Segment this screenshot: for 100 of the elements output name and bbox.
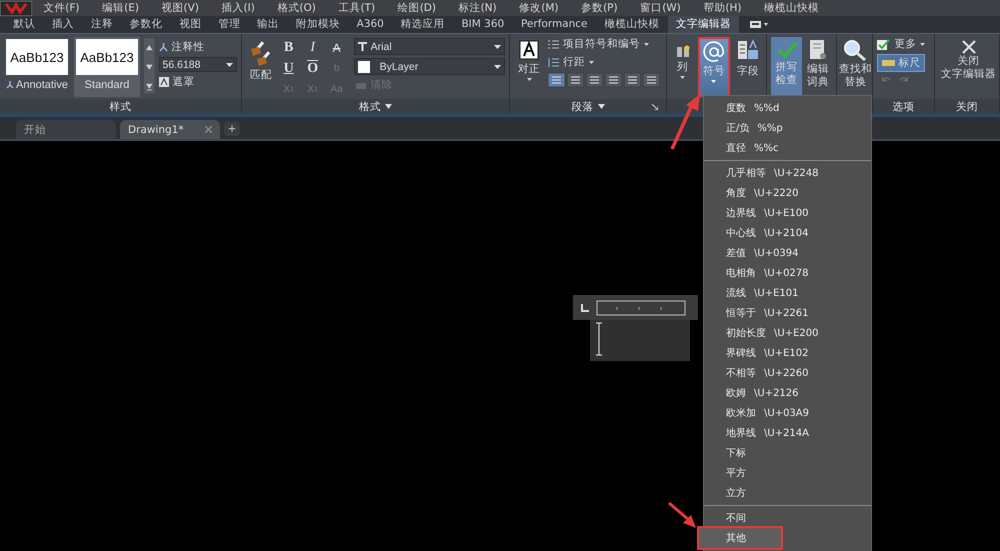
menu-item[interactable]: 下标 (704, 443, 871, 463)
app-logo-icon[interactable] (0, 0, 32, 16)
ribbon-tab[interactable]: 文字编辑器 (668, 16, 740, 33)
ribbon-tab[interactable]: 插入 (44, 16, 83, 33)
menu-item[interactable]: 帮助(H) (692, 0, 753, 16)
ribbon-tab[interactable]: 精选应用 (392, 16, 454, 33)
menu-item[interactable]: 欧姆 \U+2126 (704, 383, 871, 403)
ribbon-options-icon[interactable] (749, 20, 770, 29)
annotative-toggle[interactable]: 注释性 (172, 40, 205, 54)
ribbon-tab[interactable]: 注释 (82, 16, 122, 33)
match-button[interactable]: 匹配 (246, 37, 276, 99)
menu-item[interactable]: 边界线 \U+E100 (704, 203, 871, 223)
menu-item[interactable]: 不间 (704, 508, 871, 528)
menu-item[interactable]: 窗口(W) (628, 0, 692, 16)
menu-item[interactable]: 地界线 \U+214A (704, 423, 871, 443)
align-button[interactable] (624, 73, 641, 87)
menu-item[interactable]: 度数 %%d (704, 98, 871, 118)
align-button[interactable] (605, 73, 622, 87)
menu-item[interactable]: 工具(T) (327, 0, 386, 16)
format-button[interactable]: B (280, 39, 298, 56)
menu-item[interactable]: 不相等 \U+2260 (704, 363, 871, 383)
menu-item[interactable]: 立方 (704, 483, 871, 503)
menu-item[interactable]: 橄榄山快模 (752, 0, 830, 16)
menu-item[interactable]: 插入(I) (210, 0, 266, 16)
ribbon-tab[interactable]: 橄榄山快模 (596, 16, 668, 33)
text-style-tile[interactable]: AaBb123 Standard (74, 37, 140, 97)
menu-item[interactable]: 编辑(E) (90, 0, 150, 16)
caret-icon[interactable] (598, 104, 605, 109)
menu-item[interactable]: 修改(M) (508, 0, 570, 16)
align-button[interactable] (643, 73, 660, 87)
menu-item[interactable]: 文件(F) (32, 0, 91, 16)
menu-item[interactable]: 正/负 %%p (704, 118, 871, 138)
menu-item[interactable]: 平方 (704, 463, 871, 483)
edit-dictionary-button[interactable]: 编辑词典 (804, 37, 832, 99)
ribbon-tab[interactable]: 视图 (171, 16, 210, 33)
menu-item[interactable]: 差值 \U+0394 (704, 243, 871, 263)
format-button[interactable]: U (280, 60, 298, 77)
menu-item[interactable]: 中心线 \U+2104 (704, 223, 871, 243)
menu-item[interactable]: 标注(N) (447, 0, 508, 16)
find-replace-button[interactable]: 查找和替换 (837, 37, 874, 99)
more-button[interactable]: 更多 (894, 37, 916, 51)
ribbon-tab[interactable]: 参数化 (121, 16, 172, 33)
panel-title[interactable]: 格式 (359, 100, 381, 114)
panel-title[interactable]: 段落 (572, 100, 594, 114)
line-spacing-button[interactable]: 行距 (563, 55, 585, 69)
align-button[interactable] (548, 73, 565, 87)
gallery-scroll-icon[interactable] (144, 37, 155, 95)
menu-item[interactable]: 欧米加 \U+03A9 (704, 403, 871, 423)
launcher-icon[interactable] (652, 104, 658, 110)
menu-item[interactable]: 初始长度 \U+E200 (704, 323, 871, 343)
file-tab[interactable]: 开始 (16, 120, 116, 139)
mask-icon (158, 77, 169, 87)
align-button[interactable] (586, 73, 603, 87)
ribbon-tab[interactable]: A360 (348, 16, 392, 33)
dropdown-icon (494, 44, 501, 48)
text-ruler[interactable] (573, 295, 698, 320)
mask-button[interactable]: 遮罩 (172, 75, 195, 89)
close-editor-button[interactable]: 关闭 文字编辑器 (939, 37, 998, 99)
format-button[interactable]: A (328, 39, 346, 56)
menu-item[interactable]: 格式(O) (266, 0, 328, 16)
menu-item[interactable]: 参数(P) (570, 0, 629, 16)
menu-item[interactable]: 视图(V) (150, 0, 210, 16)
align-button[interactable] (567, 73, 584, 87)
ribbon-tab[interactable]: 管理 (210, 16, 249, 33)
text-style-tile[interactable]: AaBb123 Annotative (4, 37, 70, 97)
text-cursor-icon (595, 322, 603, 356)
text-input-box[interactable] (590, 320, 690, 361)
columns-button[interactable]: 列 (671, 37, 694, 99)
check-mark-icon (776, 39, 798, 59)
ribbon-tab[interactable]: 默认 (5, 16, 44, 33)
ribbon-tab[interactable]: BIM 360 (453, 16, 513, 33)
menu-item[interactable]: 绘图(D) (386, 0, 448, 16)
caret-icon (644, 42, 649, 46)
menu-item[interactable]: 电相角 \U+0278 (704, 263, 871, 283)
justify-button[interactable]: 对正 (514, 37, 544, 99)
list-icon (548, 40, 559, 48)
ribbon-tab[interactable]: 附加模块 (287, 16, 348, 33)
file-tab[interactable]: Drawing1* (120, 120, 220, 139)
font-field[interactable]: Arial (354, 38, 505, 55)
bullets-button[interactable]: 项目符号和编号 (563, 37, 640, 51)
menu-item[interactable]: 恒等于 \U+2261 (704, 303, 871, 323)
menu-item[interactable]: 直径 %%c (704, 138, 871, 158)
text-height-field[interactable]: 56.6188 (158, 57, 237, 72)
ruler-toggle[interactable]: 标尺 (877, 54, 926, 72)
caret-icon[interactable] (385, 104, 392, 109)
color-field[interactable]: ByLayer (354, 58, 505, 75)
menu-item[interactable]: 角度 \U+2220 (704, 183, 871, 203)
field-button[interactable]: 字段 (734, 37, 762, 99)
style-preview: AaBb123 (76, 39, 138, 75)
menu-item[interactable]: 界碑线 \U+E102 (704, 343, 871, 363)
format-button[interactable]: O (304, 60, 322, 77)
annotative-icon (158, 42, 168, 52)
ribbon-tab[interactable]: Performance (512, 16, 596, 33)
ribbon-tab[interactable]: 输出 (248, 16, 288, 33)
columns-icon (676, 45, 690, 59)
format-button[interactable]: I (304, 39, 322, 56)
menu-item[interactable]: 流线 \U+E101 (704, 283, 871, 303)
tab-stop-icon[interactable] (581, 304, 589, 312)
new-tab-button[interactable]: + (224, 122, 240, 136)
menu-item[interactable]: 几乎相等 \U+2248 (704, 163, 871, 183)
